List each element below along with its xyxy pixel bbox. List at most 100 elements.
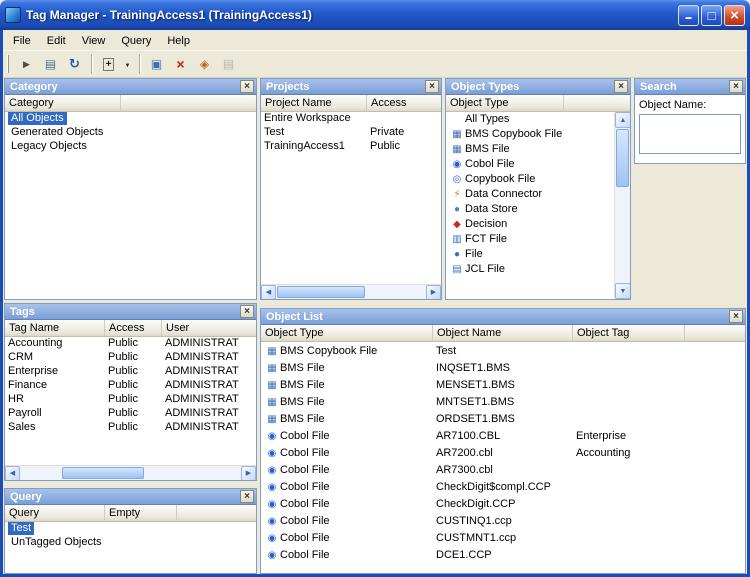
- object-type-row[interactable]: File: [446, 247, 614, 262]
- menu-item[interactable]: View: [74, 32, 114, 50]
- close-icon[interactable]: [240, 490, 254, 503]
- object-list-row[interactable]: Cobol File CUSTINQ1.ccp: [261, 512, 745, 529]
- column-header-user[interactable]: User: [162, 320, 256, 337]
- object-list-row[interactable]: Cobol File DCE1.CCP: [261, 546, 745, 563]
- object-type-row[interactable]: All Types: [446, 112, 614, 127]
- maximize-button[interactable]: [701, 5, 722, 26]
- tag-row[interactable]: Enterprise Public ADMINISTRAT: [5, 365, 256, 379]
- tag-row[interactable]: Finance Public ADMINISTRAT: [5, 379, 256, 393]
- project-row[interactable]: Entire Workspace: [261, 112, 441, 126]
- object-list-row[interactable]: Cobol File CUSTMNT1.ccp: [261, 529, 745, 546]
- tags-panel-header[interactable]: Tags: [5, 304, 256, 320]
- object-type-row[interactable]: Copybook File: [446, 172, 614, 187]
- query-row[interactable]: Test: [5, 522, 256, 536]
- close-icon[interactable]: [614, 80, 628, 93]
- category-panel-header[interactable]: Category: [5, 79, 256, 95]
- scroll-down-icon[interactable]: [615, 283, 630, 299]
- object-type-row[interactable]: FCT File: [446, 232, 614, 247]
- menu-item[interactable]: Edit: [39, 32, 74, 50]
- object-type-row[interactable]: Data Connector: [446, 187, 614, 202]
- tag-row[interactable]: HR Public ADMINISTRAT: [5, 393, 256, 407]
- object-type-row[interactable]: BMS File: [446, 142, 614, 157]
- projects-panel-header[interactable]: Projects: [261, 79, 441, 95]
- close-icon[interactable]: [425, 80, 439, 93]
- toolbar-button-delete[interactable]: [169, 53, 192, 75]
- object-type-row[interactable]: Decision: [446, 217, 614, 232]
- projects-horizontal-scrollbar[interactable]: [261, 284, 441, 299]
- scrollbar-track[interactable]: [276, 285, 426, 299]
- menu-item[interactable]: File: [5, 32, 39, 50]
- project-row[interactable]: Test Private: [261, 126, 441, 140]
- close-icon[interactable]: [729, 310, 743, 323]
- toolbar-grip[interactable]: [7, 55, 11, 73]
- minimize-button[interactable]: [678, 5, 699, 26]
- scrollbar-track[interactable]: [615, 128, 630, 283]
- query-row[interactable]: UnTagged Objects: [5, 536, 256, 550]
- toolbar-button-refresh[interactable]: [63, 53, 86, 75]
- toolbar-button-run[interactable]: [15, 53, 38, 75]
- column-header-access[interactable]: Access: [105, 320, 162, 337]
- close-icon[interactable]: [240, 305, 254, 318]
- object-list-row[interactable]: BMS File MNTSET1.BMS: [261, 393, 745, 410]
- column-header-access[interactable]: Access: [367, 95, 441, 112]
- object-types-panel-header[interactable]: Object Types: [446, 79, 630, 95]
- scroll-right-icon[interactable]: [426, 285, 441, 299]
- scroll-left-icon[interactable]: [261, 285, 276, 299]
- search-panel-header[interactable]: Search: [635, 79, 745, 95]
- column-header-tag-name[interactable]: Tag Name: [5, 320, 105, 337]
- scrollbar-thumb[interactable]: [62, 467, 144, 479]
- column-header-object-tag[interactable]: Object Tag: [573, 325, 685, 342]
- scrollbar-track[interactable]: [20, 466, 241, 480]
- object-list-row[interactable]: BMS File INQSET1.BMS: [261, 359, 745, 376]
- column-header-object-type[interactable]: Object Type: [446, 95, 564, 112]
- toolbar-button-report[interactable]: [39, 53, 62, 75]
- menu-item[interactable]: Query: [113, 32, 159, 50]
- object-type-row[interactable]: BMS Copybook File: [446, 127, 614, 142]
- object-list-row[interactable]: BMS Copybook File Test: [261, 342, 745, 359]
- object-list-row[interactable]: Cobol File AR7200.cbl Accounting: [261, 444, 745, 461]
- tag-row[interactable]: Payroll Public ADMINISTRAT: [5, 407, 256, 421]
- column-header-category[interactable]: Category: [5, 95, 121, 112]
- title-bar[interactable]: Tag Manager - TrainingAccess1 (TrainingA…: [0, 0, 750, 30]
- object-type-row[interactable]: Data Store: [446, 202, 614, 217]
- close-button[interactable]: [724, 5, 745, 26]
- project-row[interactable]: TrainingAccess1 Public: [261, 140, 441, 154]
- column-header-project-name[interactable]: Project Name: [261, 95, 367, 112]
- menu-item[interactable]: Help: [159, 32, 198, 50]
- object-type-row[interactable]: JCL File: [446, 262, 614, 277]
- scrollbar-thumb[interactable]: [277, 286, 365, 298]
- category-row[interactable]: Generated Objects: [5, 126, 256, 140]
- object-type-row[interactable]: Cobol File: [446, 157, 614, 172]
- column-header-empty[interactable]: Empty: [105, 505, 177, 522]
- tag-name: Payroll: [5, 407, 105, 421]
- category-row[interactable]: All Objects: [5, 112, 256, 126]
- toolbar-button-new-window[interactable]: [97, 53, 120, 75]
- toolbar-button-tag-assign[interactable]: [193, 53, 216, 75]
- scrollbar-thumb[interactable]: [616, 129, 629, 187]
- object-list-row[interactable]: Cobol File AR7300.cbl: [261, 461, 745, 478]
- tags-horizontal-scrollbar[interactable]: [5, 465, 256, 480]
- close-icon[interactable]: [240, 80, 254, 93]
- object-types-vertical-scrollbar[interactable]: [614, 112, 630, 299]
- tag-row[interactable]: CRM Public ADMINISTRAT: [5, 351, 256, 365]
- object-name-input[interactable]: [639, 114, 741, 154]
- column-header-object-name[interactable]: Object Name: [433, 325, 573, 342]
- tag-row[interactable]: Accounting Public ADMINISTRAT: [5, 337, 256, 351]
- column-header-query[interactable]: Query: [5, 505, 105, 522]
- category-row[interactable]: Legacy Objects: [5, 140, 256, 154]
- object-list-row[interactable]: Cobol File CheckDigit.CCP: [261, 495, 745, 512]
- query-panel-header[interactable]: Query: [5, 489, 256, 505]
- column-header-object-type[interactable]: Object Type: [261, 325, 433, 342]
- scroll-up-icon[interactable]: [615, 112, 630, 128]
- toolbar-button-copy-window[interactable]: [145, 53, 168, 75]
- tag-row[interactable]: Sales Public ADMINISTRAT: [5, 421, 256, 435]
- scroll-left-icon[interactable]: [5, 466, 20, 480]
- toolbar-button-new-window-dropdown[interactable]: [121, 53, 134, 75]
- close-icon[interactable]: [729, 80, 743, 93]
- scroll-right-icon[interactable]: [241, 466, 256, 480]
- object-list-row[interactable]: BMS File MENSET1.BMS: [261, 376, 745, 393]
- object-list-row[interactable]: Cobol File AR7100.CBL Enterprise: [261, 427, 745, 444]
- object-list-panel-header[interactable]: Object List: [261, 309, 745, 325]
- object-list-row[interactable]: Cobol File CheckDigit$compl.CCP: [261, 478, 745, 495]
- object-list-row[interactable]: BMS File ORDSET1.BMS: [261, 410, 745, 427]
